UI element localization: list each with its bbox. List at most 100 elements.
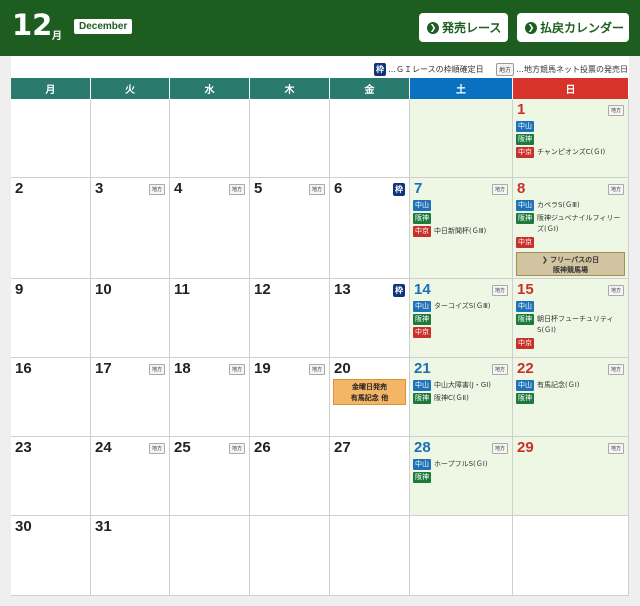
weekday-header: 木 — [250, 78, 330, 99]
race-event[interactable]: 阪神 — [413, 472, 509, 483]
legend-chiho: 地方 …地方競馬ネット投票の発売日 — [496, 62, 628, 76]
calendar-day-cell[interactable]: 17 地方 — [91, 358, 170, 437]
venue-tag: 中山 — [516, 200, 534, 211]
race-name: カペラS(ＧⅢ) — [537, 201, 580, 209]
month-suffix: 月 — [52, 31, 62, 42]
calendar-day-cell[interactable]: 31 — [91, 516, 170, 596]
day-number: 16 — [15, 360, 32, 377]
calendar-day-cell[interactable]: 16 — [11, 358, 91, 437]
calendar-day-cell[interactable]: 30 — [11, 516, 91, 596]
race-event[interactable]: 中山 — [413, 200, 509, 211]
free-pass-day-banner[interactable]: ❯ フリーパスの日 阪神競馬場 — [516, 252, 625, 276]
race-event[interactable]: 阪神 — [516, 393, 625, 404]
month-number: 12 — [12, 8, 53, 42]
race-event[interactable]: 中山 中山大障害(J・GⅠ) — [413, 380, 509, 391]
calendar-day-cell[interactable]: 23 — [11, 437, 91, 516]
calendar-day-cell — [170, 516, 250, 596]
calendar-day-cell[interactable]: 18 地方 — [170, 358, 250, 437]
day-number: 6 — [334, 180, 343, 197]
calendar-day-cell[interactable]: 10 — [91, 279, 170, 358]
race-event[interactable]: 中京 — [516, 338, 625, 349]
calendar-day-cell[interactable]: 28 地方 中山 ホープフルS(ＧⅠ) 阪神 — [410, 437, 513, 516]
calendar-day-cell[interactable]: 20 金曜日発売 有馬記念 他 — [330, 358, 410, 437]
chiho-badge-icon: 地方 — [148, 184, 165, 195]
venue-tag: 中京 — [413, 327, 431, 338]
day-number: 20 — [334, 360, 351, 377]
race-event[interactable]: 中山 — [516, 121, 625, 132]
calendar-day-cell[interactable]: 14 地方中山 ターコイズS(ＧⅢ) 阪神中京 — [410, 279, 513, 358]
day-number: 14 — [414, 281, 431, 298]
calendar-day-cell[interactable]: 7 地方中山阪神中京 中日新聞杯(ＧⅢ) — [410, 178, 513, 279]
venue-tag: 中山 — [413, 459, 431, 470]
calendar-day-cell[interactable]: 1 地方 中山 阪神 中京 チャンピオンズC(ＧⅠ) — [513, 99, 629, 178]
race-event[interactable]: 阪神 — [413, 213, 509, 224]
race-event[interactable]: 中山 ホープフルS(ＧⅠ) — [413, 459, 509, 470]
release-races-button[interactable]: ❯ 発売レース — [419, 13, 508, 42]
race-event[interactable]: 阪神 朝日杯フューチュリティS(ＧⅠ) — [516, 314, 625, 336]
calendar-day-cell[interactable]: 29 地方 — [513, 437, 629, 516]
calendar-day-cell[interactable]: 4 地方 — [170, 178, 250, 279]
weekday-header-row: 月火水木金土日 — [11, 78, 629, 99]
day-number: 24 — [95, 439, 112, 456]
race-event[interactable]: 中京 — [516, 237, 625, 248]
race-event[interactable]: 中山 カペラS(ＧⅢ) — [516, 200, 625, 211]
race-event[interactable]: 中山 有馬記念(ＧⅠ) — [516, 380, 625, 391]
calendar-day-cell[interactable]: 3 地方 — [91, 178, 170, 279]
weekday-header: 日 — [513, 78, 629, 99]
race-event-list: 中山阪神中京 中日新聞杯(ＧⅢ) — [413, 200, 509, 239]
payout-calendar-button[interactable]: ❯ 払戻カレンダー — [517, 13, 629, 42]
day-number: 19 — [254, 360, 271, 377]
calendar-day-cell[interactable]: 13 枠 — [330, 279, 410, 358]
weekday-header: 土 — [410, 78, 513, 99]
venue-tag: 中山 — [413, 200, 431, 211]
calendar-day-cell[interactable]: 5 地方 — [250, 178, 330, 279]
race-event[interactable]: 阪神 阪神C(ＧⅡ) — [413, 393, 509, 404]
race-event[interactable]: 中京 中日新聞杯(ＧⅢ) — [413, 226, 509, 237]
calendar-day-cell[interactable]: 8 地方 中山 カペラS(ＧⅢ) 阪神 阪神ジュベナイルフィリーズ(ＧⅠ) 中京 ❯ フリーパ… — [513, 178, 629, 279]
race-event[interactable]: 阪神 — [413, 314, 509, 325]
chevron-right-icon: ❯ — [427, 21, 439, 34]
calendar-day-cell — [11, 99, 91, 178]
day-number: 1 — [517, 101, 526, 118]
calendar-day-cell[interactable]: 21 地方 中山 中山大障害(J・GⅠ) 阪神 阪神C(ＧⅡ) — [410, 358, 513, 437]
calendar-day-cell[interactable]: 27 — [330, 437, 410, 516]
race-event[interactable]: 中京 チャンピオンズC(ＧⅠ) — [516, 147, 625, 158]
calendar-day-cell[interactable]: 19 地方 — [250, 358, 330, 437]
chiho-badge-icon: 地方 — [491, 184, 508, 195]
venue-tag: 中山 — [516, 380, 534, 391]
calendar-day-cell[interactable]: 26 — [250, 437, 330, 516]
race-event[interactable]: 中山 — [516, 301, 625, 312]
race-event[interactable]: 阪神 — [516, 134, 625, 145]
weekday-header: 火 — [91, 78, 170, 99]
race-event[interactable]: 阪神 阪神ジュベナイルフィリーズ(ＧⅠ) — [516, 213, 625, 235]
calendar-day-cell[interactable]: 11 — [170, 279, 250, 358]
chiho-badge-icon: 地方 — [228, 364, 245, 375]
calendar-day-cell[interactable]: 9 — [11, 279, 91, 358]
venue-tag: 阪神 — [413, 472, 431, 483]
day-number: 2 — [15, 180, 24, 197]
friday-sale-banner[interactable]: 金曜日発売 有馬記念 他 — [333, 379, 406, 405]
race-event[interactable]: 中山 ターコイズS(ＧⅢ) — [413, 301, 509, 312]
race-name: 中山大障害(J・GⅠ) — [434, 381, 492, 389]
calendar-day-cell[interactable]: 2 — [11, 178, 91, 279]
chiho-badge-icon: 地方 — [491, 285, 508, 296]
race-name: チャンピオンズC(ＧⅠ) — [537, 148, 606, 156]
venue-tag: 中山 — [413, 380, 431, 391]
calendar-day-cell[interactable]: 15 地方 中山 阪神 朝日杯フューチュリティS(ＧⅠ) 中京 — [513, 279, 629, 358]
legend-chiho-text: …地方競馬ネット投票の発売日 — [516, 64, 629, 74]
chiho-badge-icon: 地方 — [308, 364, 325, 375]
release-races-label: 発売レース — [442, 21, 502, 35]
race-name: 朝日杯フューチュリティS(ＧⅠ) — [537, 315, 614, 334]
venue-tag: 阪神 — [516, 213, 534, 224]
calendar-day-cell[interactable]: 6枠 — [330, 178, 410, 279]
calendar-day-cell[interactable]: 25 地方 — [170, 437, 250, 516]
day-number: 7 — [414, 180, 423, 197]
venue-tag: 阪神 — [413, 213, 431, 224]
day-number: 17 — [95, 360, 112, 377]
race-name: 中日新聞杯(ＧⅢ) — [434, 227, 487, 235]
calendar-day-cell[interactable]: 22 地方 中山 有馬記念(ＧⅠ) 阪神 — [513, 358, 629, 437]
calendar-day-cell[interactable]: 24 地方 — [91, 437, 170, 516]
venue-tag: 阪神 — [413, 314, 431, 325]
calendar-day-cell[interactable]: 12 — [250, 279, 330, 358]
race-event[interactable]: 中京 — [413, 327, 509, 338]
